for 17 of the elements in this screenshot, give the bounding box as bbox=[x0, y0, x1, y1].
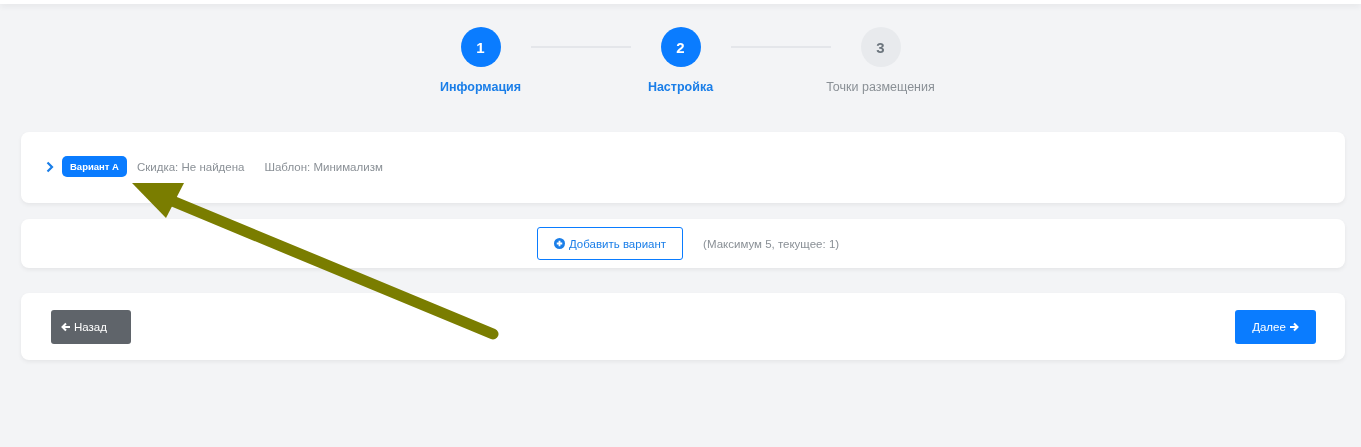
template-text: Шаблон: Минимализм bbox=[264, 160, 383, 173]
step-number: 3 bbox=[860, 27, 901, 67]
step-number: 1 bbox=[460, 27, 501, 67]
chevron-icon[interactable] bbox=[46, 160, 54, 173]
step-number: 2 bbox=[660, 27, 701, 67]
variant-badge: Вариант А bbox=[62, 156, 127, 177]
add-variant-button[interactable]: Добавить вариант bbox=[536, 227, 684, 260]
next-button[interactable]: Далее bbox=[1235, 309, 1316, 344]
discount-text: Скидка: Не найдена bbox=[136, 160, 245, 173]
plus-circle-icon bbox=[553, 238, 565, 249]
step-label: Настройка bbox=[647, 80, 714, 94]
arrow-right-icon bbox=[1288, 321, 1299, 332]
step-label: Точки размещения bbox=[826, 80, 935, 94]
step-label: Информация bbox=[439, 80, 522, 94]
back-button[interactable]: Назад bbox=[51, 309, 131, 344]
limit-note: (Максимум 5, текущее: 1) bbox=[703, 237, 840, 250]
arrow-left-icon bbox=[61, 321, 71, 332]
